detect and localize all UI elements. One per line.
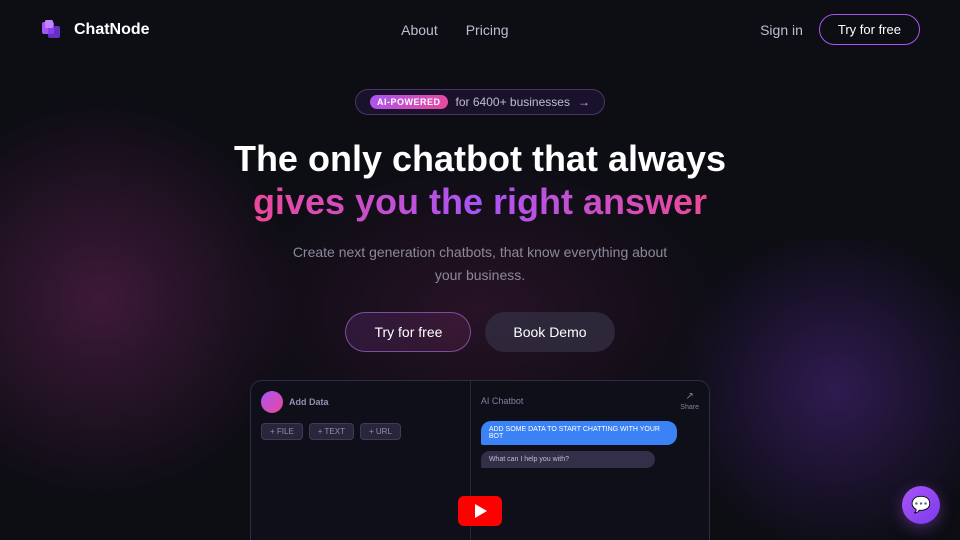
sign-in-button[interactable]: Sign in [760,22,803,38]
chat-widget-button[interactable]: 💬 [902,486,940,524]
share-label: Share [680,404,699,411]
youtube-play-button[interactable] [458,496,502,526]
hero-section: AI-POWERED for 6400+ businesses → The on… [0,59,960,352]
try-free-nav-button[interactable]: Try for free [819,14,920,45]
try-free-hero-button[interactable]: Try for free [345,312,471,352]
chat-message-1: ADD SOME DATA TO START CHATTING WITH YOU… [481,421,677,445]
ai-powered-label: AI-POWERED [370,95,448,109]
preview-left-header: Add Data [261,391,460,413]
chat-widget-icon: 💬 [911,495,931,515]
hero-buttons: Try for free Book Demo [345,312,614,352]
nav-link-pricing[interactable]: Pricing [466,22,509,38]
logo[interactable]: ChatNode [40,16,150,44]
preview-right-header: AI Chatbot ↗ Share [481,391,699,411]
add-file-button[interactable]: + FILE [261,423,303,440]
add-text-button[interactable]: + TEXT [309,423,354,440]
preview-avatar [261,391,283,413]
chat-message-2: What can I help you with? [481,451,656,468]
badge-arrow-icon: → [578,95,590,109]
play-triangle-icon [475,504,487,518]
nav-links: About Pricing [401,22,508,38]
share-button[interactable]: ↗ Share [680,391,699,411]
hero-title-line1: The only chatbot that always [234,138,726,179]
badge-description: for 6400+ businesses [456,95,570,109]
preview-chatbot-title: AI Chatbot [481,396,524,406]
logo-text: ChatNode [74,21,150,39]
hero-title-line2: gives you the right answer [253,181,707,222]
nav-link-about[interactable]: About [401,22,438,38]
hero-subtitle: Create next generation chatbots, that kn… [290,241,670,286]
preview-right-panel: AI Chatbot ↗ Share ADD SOME DATA TO STAR… [471,381,709,540]
preview-add-buttons: + FILE + TEXT + URL [261,423,460,440]
preview-left-panel: Add Data + FILE + TEXT + URL [251,381,471,540]
navbar: ChatNode About Pricing Sign in Try for f… [0,0,960,59]
nav-actions: Sign in Try for free [760,14,920,45]
preview-left-title: Add Data [289,397,329,407]
add-url-button[interactable]: + URL [360,423,401,440]
ai-badge[interactable]: AI-POWERED for 6400+ businesses → [355,89,605,115]
hero-title: The only chatbot that always gives you t… [234,137,726,223]
logo-icon [40,16,68,44]
share-icon: ↗ [685,391,693,402]
book-demo-button[interactable]: Book Demo [485,312,614,352]
